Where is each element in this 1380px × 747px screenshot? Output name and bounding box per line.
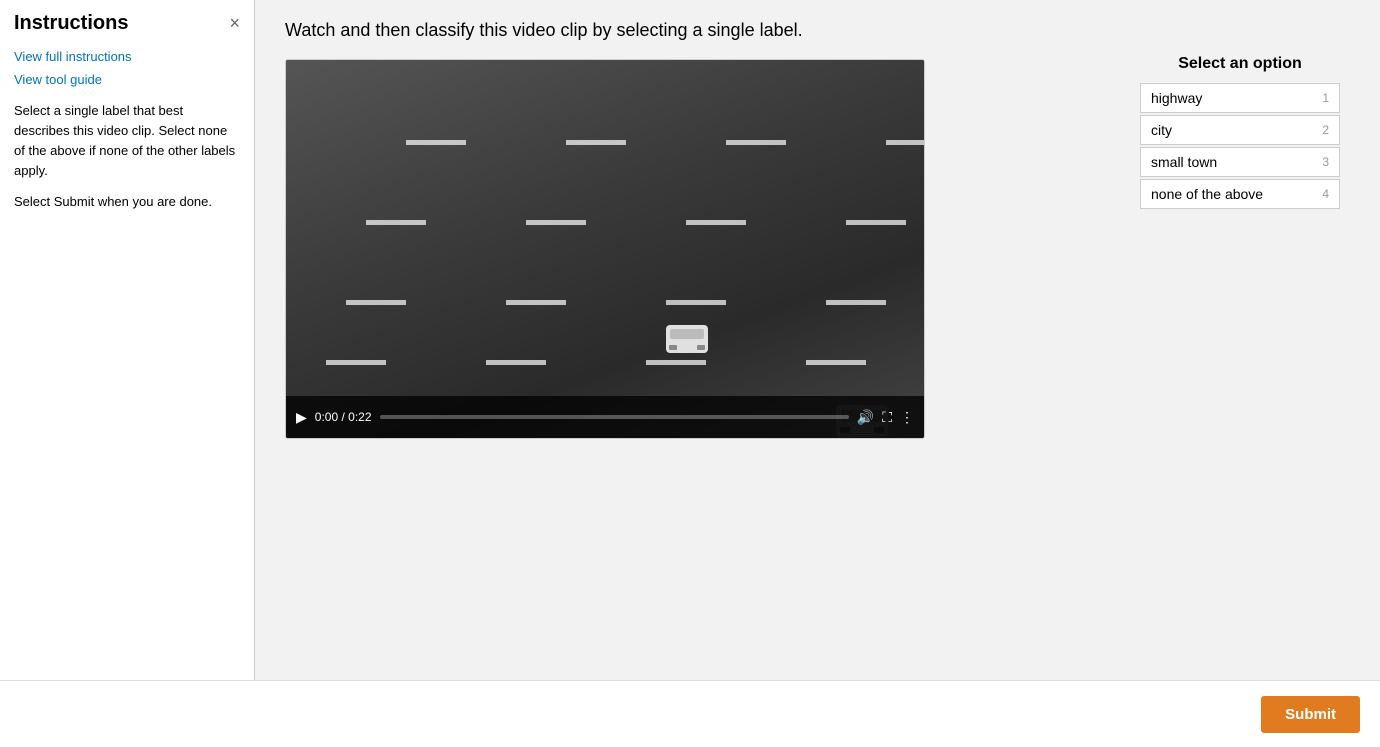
- more-icon[interactable]: ⋮: [900, 409, 914, 426]
- time-display: 0:00 / 0:22: [315, 410, 372, 424]
- options-title: Select an option: [1140, 55, 1340, 73]
- play-icon[interactable]: ▶: [296, 409, 307, 426]
- submit-button[interactable]: Submit: [1261, 696, 1360, 733]
- road-marking: [726, 140, 786, 145]
- option-item[interactable]: none of the above 4: [1140, 179, 1340, 209]
- car-1: [666, 325, 708, 353]
- option-label: highway: [1151, 90, 1202, 106]
- road-marking: [486, 360, 546, 365]
- option-item[interactable]: highway 1: [1140, 83, 1340, 113]
- road-marking: [326, 360, 386, 365]
- main-title: Watch and then classify this video clip …: [285, 20, 1350, 41]
- road-marking: [646, 360, 706, 365]
- road-marking: [846, 220, 906, 225]
- video-container[interactable]: ▶ 0:00 / 0:22 🔊 ⛶ ⋮: [285, 59, 925, 439]
- sidebar-instructions: Select a single label that best describe…: [14, 101, 240, 212]
- road-marking: [886, 140, 925, 145]
- road-marking: [526, 220, 586, 225]
- option-number: 4: [1322, 187, 1329, 201]
- volume-icon[interactable]: 🔊: [857, 409, 874, 426]
- video-placeholder: [286, 60, 924, 438]
- road-marking: [406, 140, 466, 145]
- option-item[interactable]: small town 3: [1140, 147, 1340, 177]
- fullscreen-icon[interactable]: ⛶: [882, 409, 892, 426]
- sidebar: Instructions × View full instructions Vi…: [0, 0, 255, 680]
- footer: Submit: [0, 680, 1380, 747]
- option-number: 3: [1322, 155, 1329, 169]
- road-marking: [806, 360, 866, 365]
- road-marking: [346, 300, 406, 305]
- road-marking: [826, 300, 886, 305]
- options-list: highway 1 city 2 small town 3 none of the abov…: [1140, 83, 1340, 209]
- progress-bar[interactable]: [380, 415, 849, 419]
- road-marking: [566, 140, 626, 145]
- sidebar-title: Instructions: [14, 12, 128, 35]
- view-full-instructions-link[interactable]: View full instructions: [14, 49, 240, 64]
- road-marking: [686, 220, 746, 225]
- road-marking: [366, 220, 426, 225]
- option-label: city: [1151, 122, 1172, 138]
- road-marking: [666, 300, 726, 305]
- road-marking: [506, 300, 566, 305]
- options-panel: Select an option highway 1 city 2 small town…: [1140, 55, 1340, 211]
- option-item[interactable]: city 2: [1140, 115, 1340, 145]
- option-number: 2: [1322, 123, 1329, 137]
- close-icon[interactable]: ×: [229, 13, 240, 34]
- option-label: none of the above: [1151, 186, 1263, 202]
- view-tool-guide-link[interactable]: View tool guide: [14, 72, 240, 87]
- option-number: 1: [1322, 91, 1329, 105]
- instruction-text-1: Select a single label that best describe…: [14, 101, 240, 182]
- sidebar-header: Instructions ×: [14, 12, 240, 35]
- instruction-text-2: Select Submit when you are done.: [14, 192, 240, 212]
- option-label: small town: [1151, 154, 1217, 170]
- video-controls: ▶ 0:00 / 0:22 🔊 ⛶ ⋮: [286, 396, 924, 438]
